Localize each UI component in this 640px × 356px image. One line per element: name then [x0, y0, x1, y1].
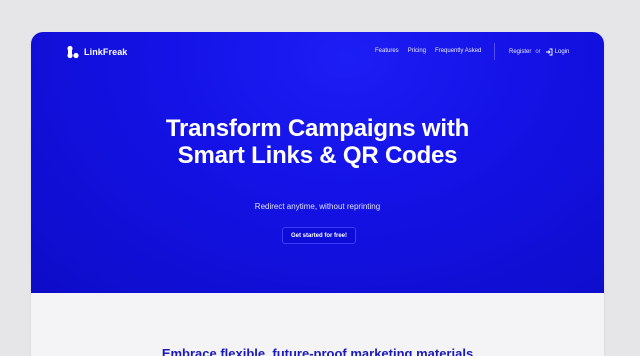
linkfreak-logo-icon	[66, 45, 80, 59]
login-link[interactable]: Login	[545, 48, 570, 56]
nav-link-faq[interactable]: Frequently Asked	[435, 48, 481, 54]
auth-links: Register or Login	[509, 48, 569, 56]
nav-links: Features Pricing Frequently Asked	[375, 48, 481, 54]
get-started-button[interactable]: Get started for free!	[282, 227, 356, 244]
register-link[interactable]: Register	[509, 49, 531, 55]
nav-divider	[494, 43, 495, 60]
top-navigation: LinkFreak Features Pricing Frequently As…	[31, 32, 604, 72]
hero-subhead: Redirect anytime, without reprinting	[254, 202, 381, 211]
nav-link-features[interactable]: Features	[375, 48, 399, 54]
login-label: Login	[554, 49, 570, 55]
brand-name: LinkFreak	[84, 47, 128, 57]
or-separator: or	[535, 49, 541, 55]
hero-headline-line2: Smart Links & QR Codes	[177, 142, 458, 169]
features-section-title: Embrace flexible, future-proof marketing…	[161, 346, 474, 356]
hero-headline: Transform Campaigns with Smart Links & Q…	[31, 115, 604, 169]
login-icon	[545, 48, 553, 56]
nav-link-pricing[interactable]: Pricing	[408, 48, 426, 54]
brand-logo[interactable]: LinkFreak	[66, 45, 127, 59]
hero-section: LinkFreak Features Pricing Frequently As…	[31, 32, 604, 293]
hero-headline-line1: Transform Campaigns with	[165, 115, 470, 142]
browser-frame: LinkFreak Features Pricing Frequently As…	[31, 32, 604, 356]
